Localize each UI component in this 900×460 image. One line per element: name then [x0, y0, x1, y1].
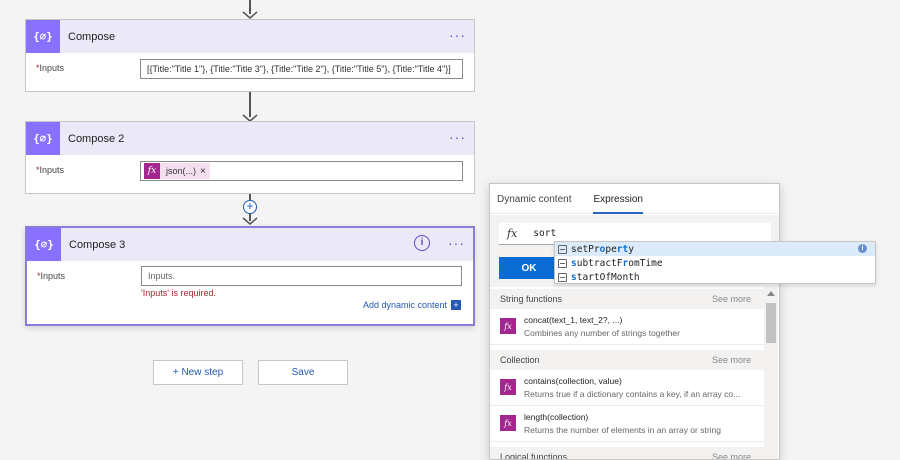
compose-2-card: {⌀} Compose 2 ··· *Inputs fx json(...) × — [25, 121, 475, 194]
more-options-icon[interactable]: ··· — [449, 28, 466, 42]
inputs-field[interactable]: fx json(...) × — [140, 161, 463, 181]
panel-scrollbar[interactable] — [764, 287, 778, 459]
autocomplete-popup: setPr o pe rt y i s ubtractF r omTime s tartOfMo… — [554, 241, 876, 284]
save-button[interactable]: Save — [258, 360, 348, 385]
function-item-concat[interactable]: fx concat(text_1, text_2?, ...) Combines… — [490, 309, 765, 345]
scroll-up-icon[interactable] — [767, 291, 775, 296]
card-title: Compose 2 — [68, 132, 125, 145]
section-header-logical: Logical functions See more — [490, 447, 765, 459]
fx-icon: fx — [507, 227, 518, 240]
inputs-field[interactable]: [{Title:"Title 1"}, {Title:"Title 3"}, {… — [140, 59, 463, 79]
method-cube-icon — [558, 272, 567, 282]
method-cube-icon — [558, 244, 567, 254]
fx-icon: fx — [144, 163, 160, 179]
validation-error: 'Inputs' is required. — [141, 288, 216, 298]
suggestion-item[interactable]: s ubtractF r omTime — [555, 256, 875, 270]
panel-tabs: Dynamic content Expression — [490, 184, 779, 214]
info-icon[interactable]: i — [414, 235, 430, 251]
compose-2-card-header[interactable]: {⌀} Compose 2 ··· — [26, 122, 474, 155]
suggestion-item[interactable]: s tartOfMonth — [555, 270, 875, 284]
inputs-label: *Inputs — [36, 63, 65, 73]
suggestion-item[interactable]: setPr o pe rt y i — [555, 242, 875, 256]
add-dynamic-plus-icon: + — [451, 300, 461, 310]
fx-icon: fx — [500, 379, 516, 395]
inputs-field[interactable]: Inputs. — [141, 266, 462, 286]
function-list: String functions See more fx concat(text… — [490, 289, 765, 459]
compose-card: {⌀} Compose ··· *Inputs [{Title:"Title 1… — [25, 19, 475, 92]
compose-card-header[interactable]: {⌀} Compose ··· — [26, 20, 474, 53]
function-item-length[interactable]: fx length(collection) Returns the number… — [490, 406, 765, 442]
insert-step-icon[interactable]: + — [243, 200, 257, 214]
card-title: Compose — [68, 30, 116, 43]
new-step-button[interactable]: + New step — [153, 360, 243, 385]
tab-expression[interactable]: Expression — [593, 184, 644, 214]
function-item-contains[interactable]: fx contains(collection, value) Returns t… — [490, 370, 765, 406]
token-label: json(...) — [166, 166, 197, 176]
scrollbar-thumb[interactable] — [766, 303, 776, 343]
compose-3-card: {⌀} Compose 3 i ··· *Inputs Inputs. 'Inp… — [25, 226, 475, 326]
more-options-icon[interactable]: ··· — [449, 130, 466, 144]
expression-text: sort — [533, 228, 557, 239]
compose-braces-icon: {⌀} — [26, 122, 60, 155]
more-options-icon[interactable]: ··· — [448, 236, 465, 250]
inputs-label: *Inputs — [36, 165, 65, 175]
remove-token-icon[interactable]: × — [200, 166, 210, 177]
info-icon[interactable]: i — [858, 244, 867, 253]
dynamic-content-panel: Dynamic content Expression fx sort OK St… — [489, 183, 780, 460]
fx-icon: fx — [500, 415, 516, 431]
see-more-link[interactable]: See more — [712, 355, 751, 365]
connector-arrow-top — [240, 0, 260, 19]
ok-button[interactable]: OK — [499, 257, 559, 279]
section-header-string: String functions See more — [490, 289, 765, 309]
compose-3-card-header[interactable]: {⌀} Compose 3 i ··· — [27, 228, 473, 261]
fx-icon: fx — [500, 318, 516, 334]
connector-arrow — [240, 92, 260, 122]
compose-braces-icon: {⌀} — [26, 20, 60, 53]
compose-braces-icon: {⌀} — [27, 228, 61, 261]
tab-dynamic-content[interactable]: Dynamic content — [497, 184, 571, 213]
card-title: Compose 3 — [69, 238, 126, 251]
method-cube-icon — [558, 258, 567, 268]
see-more-link[interactable]: See more — [712, 452, 751, 459]
inputs-label: *Inputs — [37, 271, 66, 281]
see-more-link[interactable]: See more — [712, 294, 751, 304]
expression-token[interactable]: fx json(...) × — [144, 163, 210, 179]
add-dynamic-content-link[interactable]: Add dynamic content + — [363, 300, 461, 310]
section-header-collection: Collection See more — [490, 350, 765, 370]
